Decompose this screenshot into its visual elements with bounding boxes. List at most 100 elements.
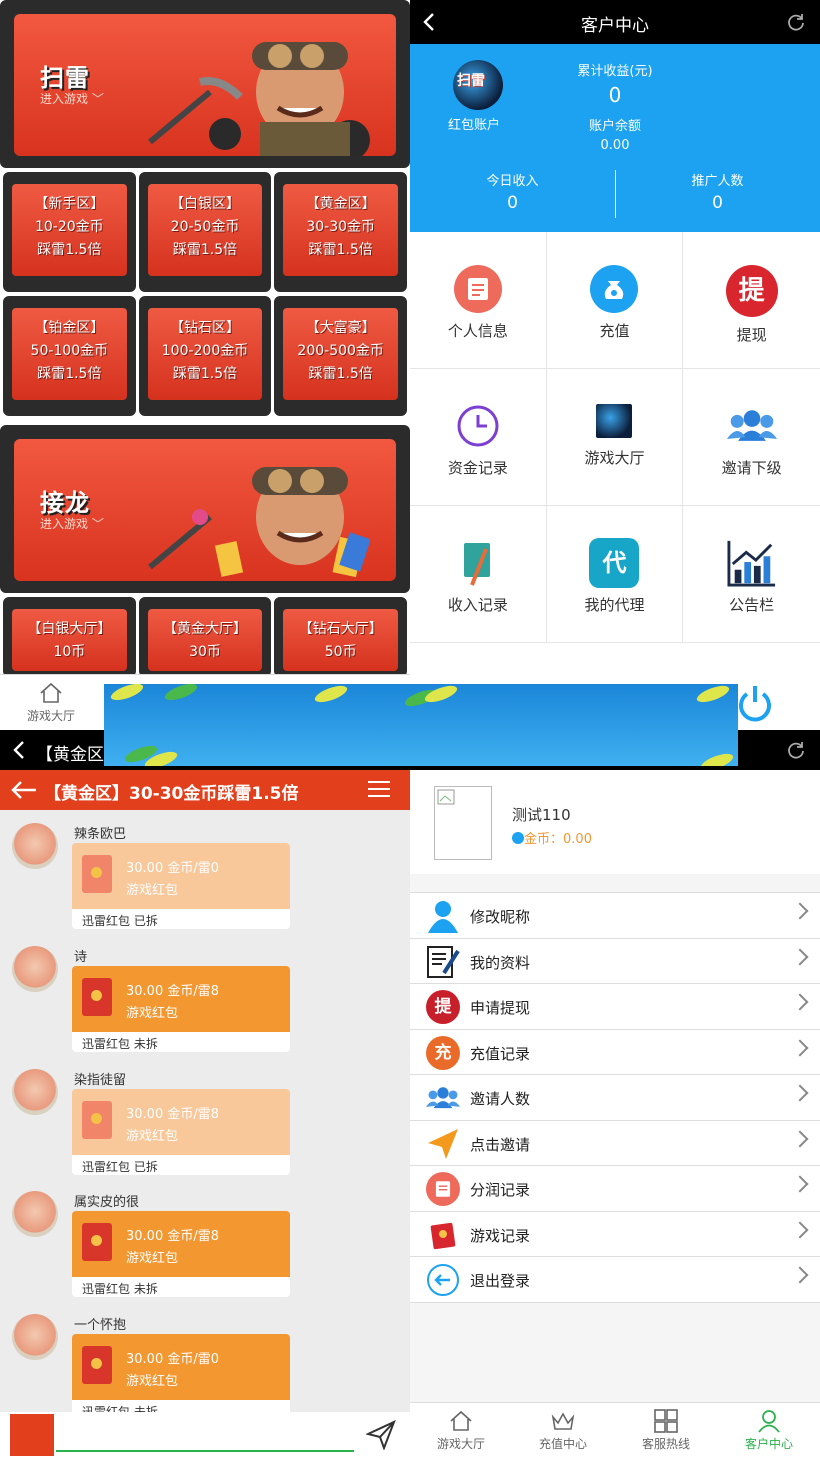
room-name: 【新手区】 [34,196,105,212]
grid-withdraw[interactable]: 提 提现 [683,232,820,369]
recharge-icon: 充 [426,1035,460,1070]
back-arrow-icon[interactable] [12,740,26,760]
room-tile[interactable]: 【白银区】 20-50金币 踩雷1.5倍 [138,172,272,292]
menu-item-profit-records[interactable]: 分润记录 [410,1166,820,1212]
room-tile[interactable]: 【钻石区】 100-200金币 踩雷1.5倍 [138,296,272,416]
broken-image-icon [437,789,455,805]
avatar: 扫雷 [453,60,503,110]
minesweeper-banner[interactable]: 扫雷 进入游戏 ﹀ [0,0,410,168]
red-packet-button[interactable] [10,1414,54,1456]
refresh-icon[interactable] [786,12,806,32]
message-input[interactable] [56,1450,354,1452]
grid-income-records[interactable]: 收入记录 [410,506,547,643]
avatar[interactable] [434,786,492,860]
room-tile[interactable]: 【大富豪】 200-500金币 踩雷1.5倍 [274,296,408,416]
grid-game-lobby[interactable]: 游戏大厅 [546,369,684,506]
hall-row: 【白银大厅】 10币 【黄金大厅】 30币 【钻石大厅】 50币 [0,597,410,677]
hall-tile[interactable]: 【白银大厅】 10币 [3,597,136,677]
packet-status: 迅雷红包 已拆 [72,909,290,929]
refresh-icon[interactable] [786,740,806,760]
ocean-ad-banner[interactable] [104,684,738,766]
tab-label: 客户中心 [744,1437,793,1451]
room-name: 【白银区】 [170,196,240,212]
red-envelope-icon [82,1223,112,1261]
menu-item-edit-nickname[interactable]: 修改昵称 [410,893,820,939]
red-packet-bubble[interactable]: 30.00 金币/雷0 游戏红包 [72,843,290,909]
miner-with-cards-illustration [148,467,370,578]
notebook-pen-icon [463,543,490,586]
tab-recharge-center[interactable]: 充值中心 [512,1407,614,1452]
menu-label: 分润记录 [470,1181,531,1199]
user-avatar [12,1191,58,1237]
left-arrow-icon[interactable] [10,780,38,800]
avatar-text: 扫雷 [457,73,485,89]
sender-name: 辣条欧巴 [74,827,127,842]
room-tile[interactable]: 【铂金区】 50-100金币 踩雷1.5倍 [3,296,136,416]
grid-label: 我的代理 [584,596,645,614]
enter-game-link[interactable]: 进入游戏 ﹀ [40,90,104,107]
packet-type: 游戏红包 [126,1006,179,1021]
bar-chart-icon [727,540,775,587]
room-multiplier: 踩雷1.5倍 [172,242,238,258]
menu-icon[interactable] [368,780,390,798]
chevron-right-icon [791,1266,809,1284]
function-grid: 个人信息 充值 提 提现 资金记录 游戏大厅 邀请下级 收入记录 代 我的代理 [410,232,820,643]
grid-personal-info[interactable]: 个人信息 [410,232,547,369]
menu-item-click-invite[interactable]: 点击邀请 [410,1121,820,1166]
red-packet-bubble[interactable]: 30.00 金币/雷8 游戏红包 [72,1089,290,1155]
chevron-right-icon [791,1084,809,1102]
chat-message: 一个怀抱 30.00 金币/雷0游戏红包 迅雷红包 未拆 [0,1306,410,1428]
red-packet-bubble[interactable]: 30.00 金币/雷8 游戏红包 [72,966,290,1032]
promoted-count-value: 0 [712,193,723,213]
red-envelope-icon [82,1101,112,1139]
solitaire-banner[interactable]: 接龙 进入游戏 ﹀ [0,425,410,593]
grid-fund-records[interactable]: 资金记录 [410,369,547,506]
room-name: 【大富豪】 [305,320,376,336]
hall-tile[interactable]: 【黄金大厅】 30币 [138,597,272,677]
grid-announcements[interactable]: 公告栏 [683,506,820,643]
send-icon[interactable] [366,1420,396,1450]
red-envelope-icon [82,1346,112,1384]
miner-character-illustration [148,42,370,156]
grid-recharge[interactable]: 充值 [546,232,684,369]
grid-my-agent[interactable]: 代 我的代理 [546,506,684,643]
user-icon [758,1410,780,1433]
tab-label: 充值中心 [538,1437,587,1451]
power-icon[interactable] [737,682,773,722]
tab-game-lobby[interactable]: 游戏大厅 [0,679,102,724]
grid-label: 提现 [736,326,767,344]
chat-header-title: 【黄金区 [36,745,104,765]
menu-item-invite-count[interactable]: 邀请人数 [410,1075,820,1121]
menu-item-apply-withdraw[interactable]: 提 申请提现 [410,984,820,1030]
customer-center-screen: 客户中心 扫雷 红包账户 累计收益(元) 0 账户余额 0.00 今日收入 0 … [410,0,820,730]
account-avatar-block[interactable]: 扫雷 红包账户 [448,60,508,133]
hall-tile[interactable]: 【钻石大厅】 50币 [274,597,408,677]
chevron-right-icon [791,1130,809,1147]
chevron-right-icon [791,993,809,1011]
packet-type: 游戏红包 [126,1129,179,1144]
tab-customer-center[interactable]: 客户中心 [718,1407,820,1452]
chevron-right-icon [791,1175,809,1193]
room-range: 200-500金币 [297,343,384,359]
menu-item-recharge-records[interactable]: 充 充值记录 [410,1030,820,1075]
user-avatar [12,823,58,869]
tab-service-hotline[interactable]: 客服热线 [615,1407,717,1452]
packet-amount: 30.00 金币/雷0 [126,861,219,876]
room-multiplier: 踩雷1.5倍 [37,242,102,258]
room-tile[interactable]: 【黄金区】 30-30金币 踩雷1.5倍 [274,172,408,292]
red-packet-bubble[interactable]: 30.00 金币/雷0 游戏红包 [72,1334,290,1400]
coin-label: 金币： [524,832,564,847]
menu-item-game-records[interactable]: 游戏记录 [410,1212,820,1257]
account-summary-panel: 扫雷 红包账户 累计收益(元) 0 账户余额 0.00 今日收入 0 推广人数 … [410,44,820,232]
room-row-2: 【铂金区】 50-100金币 踩雷1.5倍 【钻石区】 100-200金币 踩雷1.5倍… [0,296,410,416]
menu-item-logout[interactable]: 退出登录 [410,1257,820,1303]
room-tile[interactable]: 【新手区】 10-20金币 踩雷1.5倍 [3,172,136,292]
tab-game-lobby[interactable]: 游戏大厅 [410,1407,512,1452]
grid-invite-subordinate[interactable]: 邀请下级 [683,369,820,506]
menu-item-my-info[interactable]: 我的资料 [410,939,820,984]
sender-name: 属实皮的很 [74,1195,140,1210]
red-packet-bubble[interactable]: 30.00 金币/雷8 游戏红包 [72,1211,290,1277]
enter-game-link[interactable]: 进入游戏 ﹀ [40,515,104,532]
room-multiplier: 踩雷1.5倍 [172,366,238,382]
tab-label: 游戏大厅 [26,709,75,723]
